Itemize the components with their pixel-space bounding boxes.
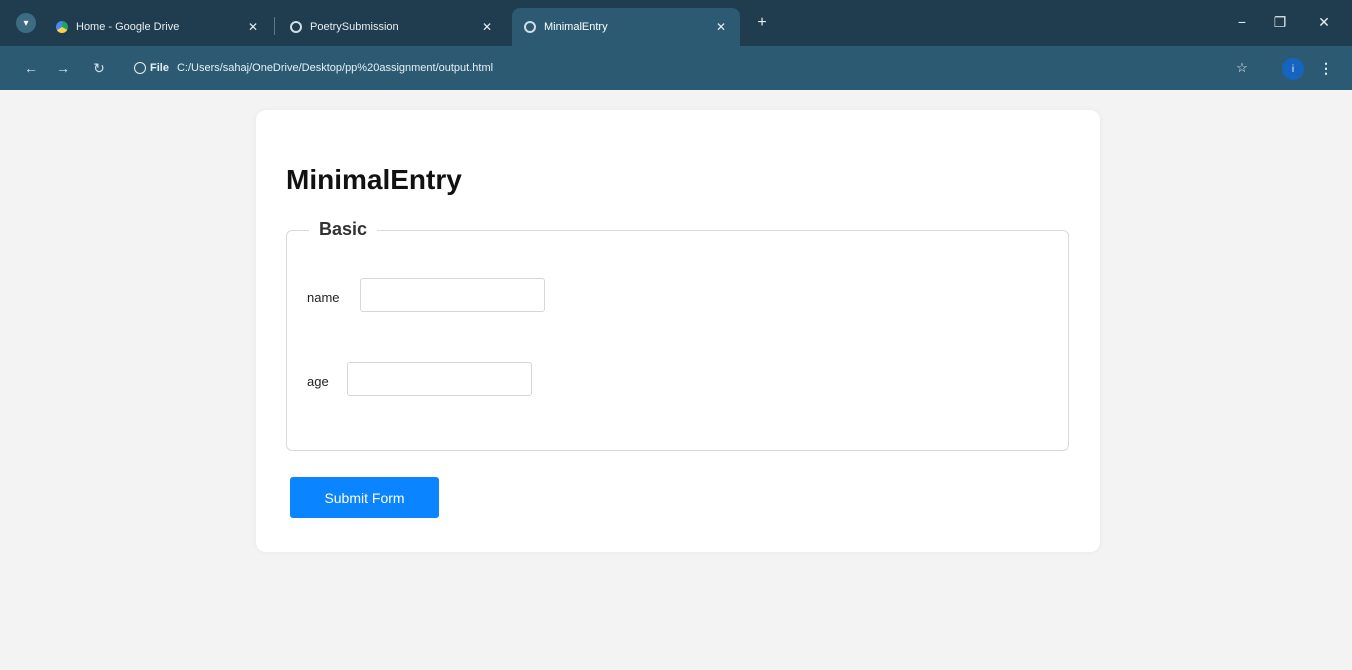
age-input[interactable] bbox=[347, 362, 532, 396]
age-label: age bbox=[307, 374, 329, 389]
page-title: MinimalEntry bbox=[286, 164, 462, 195]
avatar-initial: i bbox=[1291, 63, 1295, 75]
avatar[interactable]: i bbox=[1282, 58, 1304, 80]
site-info-icon[interactable] bbox=[134, 62, 146, 74]
google-drive-icon bbox=[56, 21, 68, 33]
restore-icon[interactable]: ❐ bbox=[1268, 12, 1292, 32]
address-bar[interactable]: File C:/Users/sahaj/OneDrive/Desktop/pp%… bbox=[126, 54, 1236, 82]
tab-home-google-drive[interactable]: Home - Google Drive ✕ bbox=[44, 8, 272, 46]
plus-icon[interactable]: + bbox=[752, 13, 772, 33]
close-icon[interactable]: ✕ bbox=[246, 20, 260, 34]
close-icon[interactable]: ✕ bbox=[714, 20, 728, 34]
close-window-icon[interactable]: ✕ bbox=[1312, 12, 1336, 32]
tab-poetry-submission[interactable]: PoetrySubmission ✕ bbox=[278, 8, 506, 46]
name-input[interactable] bbox=[360, 278, 545, 312]
tab-title: Home - Google Drive bbox=[76, 21, 180, 33]
minimize-icon[interactable]: − bbox=[1230, 12, 1254, 32]
tab-title: MinimalEntry bbox=[544, 21, 608, 33]
tab-title: PoetrySubmission bbox=[310, 21, 399, 33]
basic-fieldset: Basic name age bbox=[286, 219, 1069, 451]
arrow-left-icon[interactable]: ← bbox=[20, 58, 42, 78]
url-text: C:/Users/sahaj/OneDrive/Desktop/pp%20ass… bbox=[176, 62, 494, 74]
submit-button[interactable]: Submit Form bbox=[290, 477, 439, 518]
star-icon[interactable]: ☆ bbox=[1232, 58, 1252, 78]
close-icon[interactable]: ✕ bbox=[480, 20, 494, 34]
tab-divider bbox=[274, 17, 275, 35]
reload-icon[interactable]: ↻ bbox=[88, 58, 110, 78]
tab-search-button[interactable]: ▾ bbox=[16, 13, 36, 33]
browser-tab-strip: ▾ Home - Google Drive ✕ PoetrySubmission… bbox=[0, 0, 1352, 46]
chevron-down-icon: ▾ bbox=[23, 17, 29, 29]
fieldset-legend: Basic bbox=[309, 219, 378, 240]
arrow-right-icon[interactable]: → bbox=[52, 58, 74, 78]
more-vertical-icon[interactable]: ⋮ bbox=[1318, 58, 1334, 78]
globe-icon bbox=[290, 21, 302, 33]
globe-icon bbox=[524, 21, 536, 33]
name-label: name bbox=[307, 290, 340, 305]
browser-toolbar: ← → ↻ File C:/Users/sahaj/OneDrive/Deskt… bbox=[0, 46, 1352, 90]
form-card: MinimalEntry Basic name age Submit Form bbox=[256, 110, 1100, 552]
url-scheme: File bbox=[150, 62, 169, 74]
tab-minimal-entry[interactable]: MinimalEntry ✕ bbox=[512, 8, 740, 46]
